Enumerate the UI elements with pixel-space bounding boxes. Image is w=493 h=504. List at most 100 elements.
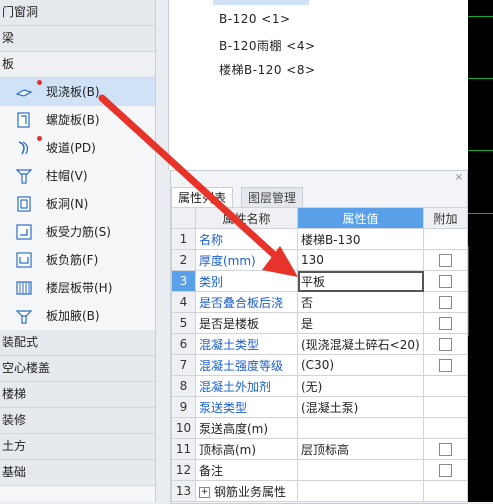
- property-name-cell: 顶标高(m): [195, 438, 298, 460]
- property-panel-titlebar: ×: [171, 171, 467, 185]
- table-row[interactable]: 13 + 钢筋业务属性: [171, 480, 468, 502]
- table-row[interactable]: 4 是否叠合板后浇否: [171, 291, 468, 313]
- table-row[interactable]: 7 混凝土强度等级 (C30): [171, 354, 468, 376]
- property-value[interactable]: [297, 480, 424, 502]
- property-name-cell: 泵送高度(m): [195, 417, 298, 439]
- slab-main-rebar-icon: [15, 223, 33, 241]
- extra-checkbox[interactable]: [439, 296, 452, 309]
- table-row[interactable]: 3 类别 平板: [171, 270, 468, 292]
- extra-checkbox[interactable]: [439, 359, 452, 372]
- tree-item-label: 板加腋(B): [46, 309, 100, 323]
- property-name: 混凝土类型: [199, 337, 260, 352]
- table-row[interactable]: 1 名称 楼梯B-130: [171, 228, 468, 250]
- property-value[interactable]: 否: [297, 291, 424, 313]
- column-header-name: 属性名称: [195, 207, 298, 229]
- tab-layer-management[interactable]: 图层管理: [241, 187, 304, 208]
- row-number: 10: [171, 417, 196, 439]
- tree-category[interactable]: 装配式: [0, 330, 155, 356]
- close-icon[interactable]: ×: [455, 172, 463, 183]
- table-row[interactable]: 9 泵送类型 (混凝土泵): [171, 396, 468, 418]
- property-name: 名称: [199, 232, 224, 247]
- tree-category[interactable]: 板: [0, 52, 155, 78]
- extra-checkbox[interactable]: [439, 317, 452, 330]
- tree-item[interactable]: 板加腋(B): [0, 302, 155, 330]
- tree-item[interactable]: 楼层板带(H): [0, 274, 155, 302]
- tree-item-label: 坡道(PD): [46, 141, 96, 155]
- tree-category[interactable]: 梁: [0, 26, 155, 52]
- table-row[interactable]: 8 混凝土外加剂 (无): [171, 375, 468, 397]
- property-value[interactable]: (现浇混凝土碎石<20): [297, 333, 424, 355]
- selected-list-item-stub[interactable]: [213, 0, 309, 5]
- property-name: 混凝土外加剂: [199, 379, 272, 394]
- extra-checkbox[interactable]: [439, 464, 452, 477]
- component-list-item[interactable]: B-120 <1>: [219, 12, 291, 26]
- extra-checkbox[interactable]: [439, 254, 452, 267]
- property-name-cell: 备注: [195, 459, 298, 481]
- component-list-item[interactable]: B-120雨棚 <4>: [219, 37, 316, 54]
- tree-item[interactable]: 板负筋(F): [0, 246, 155, 274]
- property-value[interactable]: (混凝土泵): [297, 396, 424, 418]
- property-value[interactable]: [297, 459, 424, 481]
- tree-category[interactable]: 装修: [0, 408, 155, 434]
- property-value[interactable]: 楼梯B-130: [297, 228, 424, 250]
- table-row[interactable]: 2 厚度(mm) 130: [171, 249, 468, 271]
- property-value[interactable]: 是: [297, 312, 424, 334]
- tree-item[interactable]: 现浇板(B): [0, 78, 155, 106]
- property-value[interactable]: (C30): [297, 354, 424, 376]
- tree-category[interactable]: 基础: [0, 460, 155, 486]
- tree-category[interactable]: 土方: [0, 434, 155, 460]
- property-value[interactable]: 130: [297, 249, 424, 271]
- row-number: 13: [171, 480, 196, 502]
- property-name: 是否是楼板: [199, 316, 260, 331]
- tree-item-label: 板受力筋(S): [46, 225, 111, 239]
- property-value[interactable]: (无): [297, 375, 424, 397]
- component-list-item[interactable]: 楼梯B-120 <8>: [219, 61, 316, 78]
- property-name-cell: 是否叠合板后浇: [195, 291, 298, 313]
- property-name-cell: 混凝土类型: [195, 333, 298, 355]
- extra-checkbox[interactable]: [439, 443, 452, 456]
- row-number: 7: [171, 354, 196, 376]
- extra-checkbox[interactable]: [439, 275, 452, 288]
- property-value[interactable]: [297, 417, 424, 439]
- slab-haunch-icon: [15, 307, 33, 325]
- tree-item[interactable]: 柱帽(V): [0, 162, 155, 190]
- row-number: 8: [171, 375, 196, 397]
- extra-cell: [423, 417, 468, 439]
- tree-item-label: 板负筋(F): [46, 253, 99, 267]
- drawing-canvas-edge[interactable]: [468, 0, 493, 502]
- column-header-extra: 附加: [423, 207, 468, 229]
- tree-item-label: 柱帽(V): [46, 169, 88, 183]
- extra-cell: [423, 291, 468, 313]
- property-grid: 属性名称 属性值 附加 1 名称 楼梯B-130 2 厚度(mm) 130 3 类别 平板 4 是否…: [171, 207, 468, 502]
- row-number: 4: [171, 291, 196, 313]
- expand-plus-icon[interactable]: +: [199, 486, 210, 498]
- table-row[interactable]: 10 泵送高度(m): [171, 417, 468, 439]
- property-name: 厚度(mm): [199, 253, 256, 268]
- property-value[interactable]: 平板: [297, 270, 424, 292]
- table-row[interactable]: 5 是否是楼板 是: [171, 312, 468, 334]
- row-number: 6: [171, 333, 196, 355]
- tab-property-list[interactable]: 属性列表: [171, 187, 234, 208]
- column-header-value[interactable]: 属性值: [297, 207, 424, 229]
- property-name: 备注: [199, 463, 224, 478]
- table-row[interactable]: 12 备注: [171, 459, 468, 481]
- tree-item[interactable]: 坡道(PD): [0, 134, 155, 162]
- new-indicator-dot: [37, 136, 42, 141]
- slab-hole-icon: [15, 195, 33, 213]
- tree-category[interactable]: 门窗洞: [0, 0, 155, 26]
- extra-cell: [423, 480, 468, 502]
- extra-cell: [423, 354, 468, 376]
- tree-category[interactable]: 楼梯: [0, 382, 155, 408]
- tree-item[interactable]: 板洞(N): [0, 190, 155, 218]
- table-row[interactable]: 11 顶标高(m) 层顶标高: [171, 438, 468, 460]
- tree-item[interactable]: 螺旋板(B): [0, 106, 155, 134]
- property-name-cell: + 钢筋业务属性: [195, 480, 298, 502]
- property-value[interactable]: 层顶标高: [297, 438, 424, 460]
- tree-category[interactable]: 空心楼盖: [0, 356, 155, 382]
- grid-corner: [171, 207, 196, 229]
- table-row[interactable]: 6 混凝土类型 (现浇混凝土碎石<20): [171, 333, 468, 355]
- row-number: 2: [171, 249, 196, 271]
- property-name-cell: 混凝土强度等级: [195, 354, 298, 376]
- tree-item[interactable]: 板受力筋(S): [0, 218, 155, 246]
- extra-checkbox[interactable]: [439, 338, 452, 351]
